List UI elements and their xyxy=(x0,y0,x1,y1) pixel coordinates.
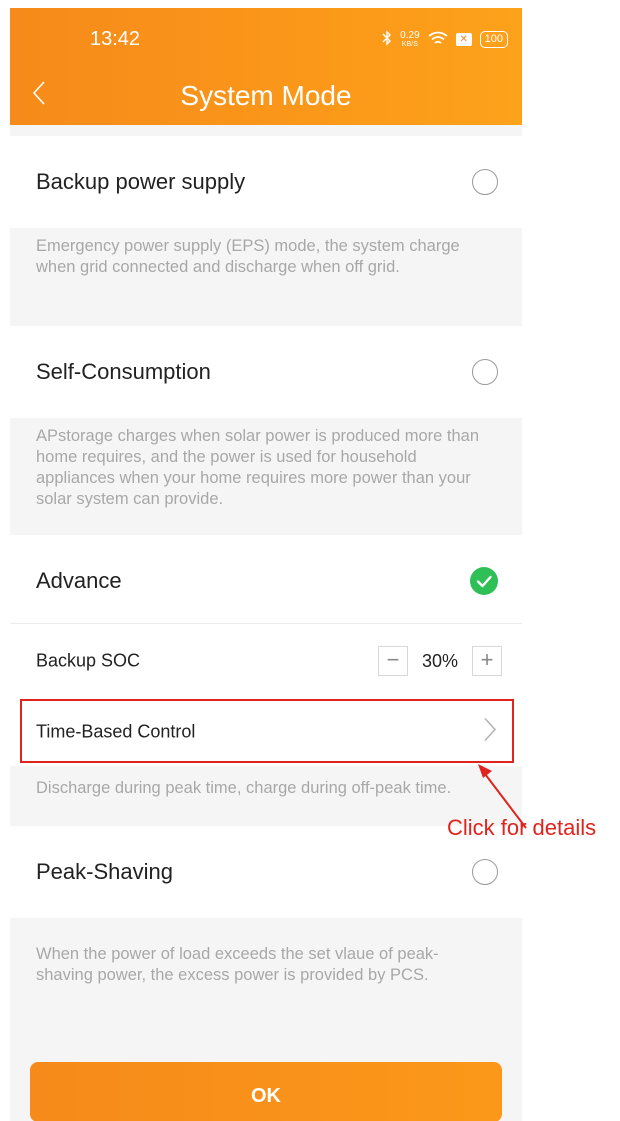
sim-off-icon: ✕ xyxy=(455,33,472,46)
radio-peak-shaving[interactable] xyxy=(472,859,498,885)
app-screen: 13:42 0.29 KB/S ✕ 100 System Mode Backup… xyxy=(10,8,522,1121)
mode-option-backup[interactable]: Backup power supply xyxy=(10,136,522,228)
mode-label-advance: Advance xyxy=(36,568,122,593)
mode-option-advance[interactable]: Advance xyxy=(10,535,522,627)
mode-desc-backup: Emergency power supply (EPS) mode, the s… xyxy=(36,237,460,276)
radio-self-consumption[interactable] xyxy=(472,359,498,385)
mode-desc-advance: Discharge during peak time, charge durin… xyxy=(36,779,452,797)
mode-option-peak-shaving[interactable]: Peak-Shaving xyxy=(10,826,522,918)
network-speed: 0.29 KB/S xyxy=(400,29,420,49)
mode-label-self-consumption: Self-Consumption xyxy=(36,359,211,384)
radio-backup[interactable] xyxy=(472,169,498,195)
mode-desc-self-consumption: APstorage charges when solar power is pr… xyxy=(36,427,479,508)
battery-icon: 100 xyxy=(479,31,508,48)
mode-label-backup: Backup power supply xyxy=(36,169,246,194)
increment-button[interactable]: + xyxy=(472,646,502,676)
wifi-icon xyxy=(428,31,448,49)
mode-label-peak-shaving: Peak-Shaving xyxy=(36,859,173,884)
net-speed-value: 0.29 xyxy=(400,29,420,41)
mode-option-self-consumption[interactable]: Self-Consumption xyxy=(10,326,522,418)
page-title: System Mode xyxy=(180,80,352,111)
check-icon[interactable] xyxy=(470,567,498,595)
backup-soc-label: Backup SOC xyxy=(36,650,141,671)
decrement-button[interactable]: − xyxy=(378,646,408,676)
ok-button[interactable]: OK xyxy=(30,1062,502,1121)
bluetooth-icon xyxy=(382,30,392,49)
net-speed-unit: KB/S xyxy=(401,40,418,48)
backup-soc-stepper: − 30% + xyxy=(378,646,502,676)
backup-soc-row: Backup SOC − 30% + xyxy=(10,624,522,698)
header-bar: 13:42 0.29 KB/S ✕ 100 System Mode xyxy=(10,8,522,125)
annotation-text: Click for details xyxy=(447,815,597,840)
highlight-box xyxy=(20,699,514,763)
backup-soc-value: 30% xyxy=(421,650,459,671)
mode-desc-peak-shaving: When the power of load exceeds the set v… xyxy=(36,945,439,984)
status-icons: 0.29 KB/S ✕ 100 xyxy=(382,30,508,49)
status-time: 13:42 xyxy=(90,28,141,50)
